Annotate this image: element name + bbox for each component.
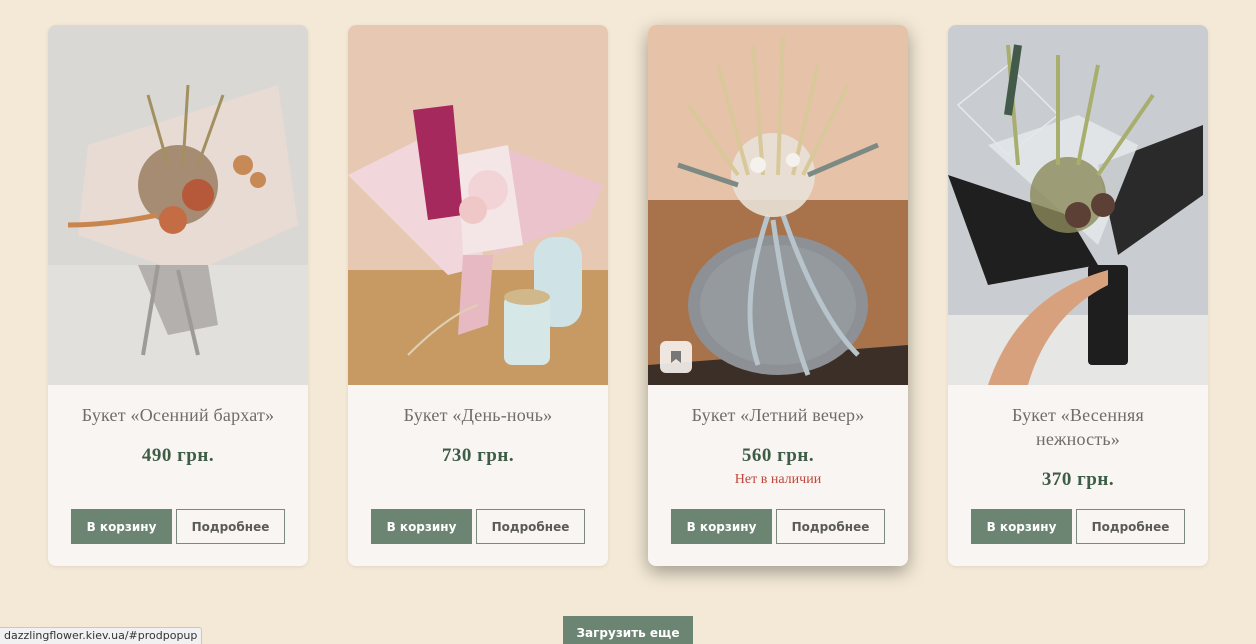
- summer-evening-bouquet-image[interactable]: [648, 25, 908, 385]
- load-more-button[interactable]: Загрузить еще: [563, 616, 693, 644]
- product-grid: Букет «Осенний бархат» 490 грн. В корзин…: [48, 25, 1208, 566]
- details-button[interactable]: Подробнее: [176, 509, 285, 544]
- product-title[interactable]: Букет «Летний вечер»: [668, 403, 888, 427]
- add-to-cart-button[interactable]: В корзину: [371, 509, 472, 544]
- product-price: 730 грн.: [441, 445, 515, 466]
- details-button[interactable]: Подробнее: [476, 509, 585, 544]
- spring-tenderness-bouquet-image[interactable]: [948, 25, 1208, 385]
- product-actions: В корзину Подробнее: [971, 509, 1185, 544]
- bookmark-button[interactable]: [660, 341, 692, 373]
- autumn-bouquet-image[interactable]: [48, 25, 308, 385]
- bookmark-icon: [670, 350, 682, 364]
- product-price: 490 грн.: [141, 445, 215, 466]
- product-card[interactable]: Букет «День-ночь» 730 грн. В корзину Под…: [348, 25, 608, 566]
- out-of-stock-label: Нет в наличии: [734, 472, 822, 487]
- product-card[interactable]: Букет «Осенний бархат» 490 грн. В корзин…: [48, 25, 308, 566]
- product-title[interactable]: Букет «День-ночь»: [368, 403, 588, 427]
- details-button[interactable]: Подробнее: [1076, 509, 1185, 544]
- product-title[interactable]: Букет «Весенняя нежность»: [968, 403, 1188, 451]
- add-to-cart-button[interactable]: В корзину: [671, 509, 772, 544]
- product-price: 370 грн.: [1041, 469, 1115, 490]
- add-to-cart-button[interactable]: В корзину: [71, 509, 172, 544]
- day-night-bouquet-image[interactable]: [348, 25, 608, 385]
- product-actions: В корзину Подробнее: [371, 509, 585, 544]
- status-bar-url: dazzlingflower.kiev.ua/#prodpopup: [0, 627, 203, 644]
- details-button[interactable]: Подробнее: [776, 509, 885, 544]
- product-actions: В корзину Подробнее: [71, 509, 285, 544]
- product-card[interactable]: Букет «Летний вечер» 560 грн. Нет в нали…: [648, 25, 908, 566]
- product-title[interactable]: Букет «Осенний бархат»: [68, 403, 288, 427]
- add-to-cart-button[interactable]: В корзину: [971, 509, 1072, 544]
- product-card[interactable]: Букет «Весенняя нежность» 370 грн. В кор…: [948, 25, 1208, 566]
- product-actions: В корзину Подробнее: [671, 509, 885, 544]
- product-price: 560 грн.: [741, 445, 815, 466]
